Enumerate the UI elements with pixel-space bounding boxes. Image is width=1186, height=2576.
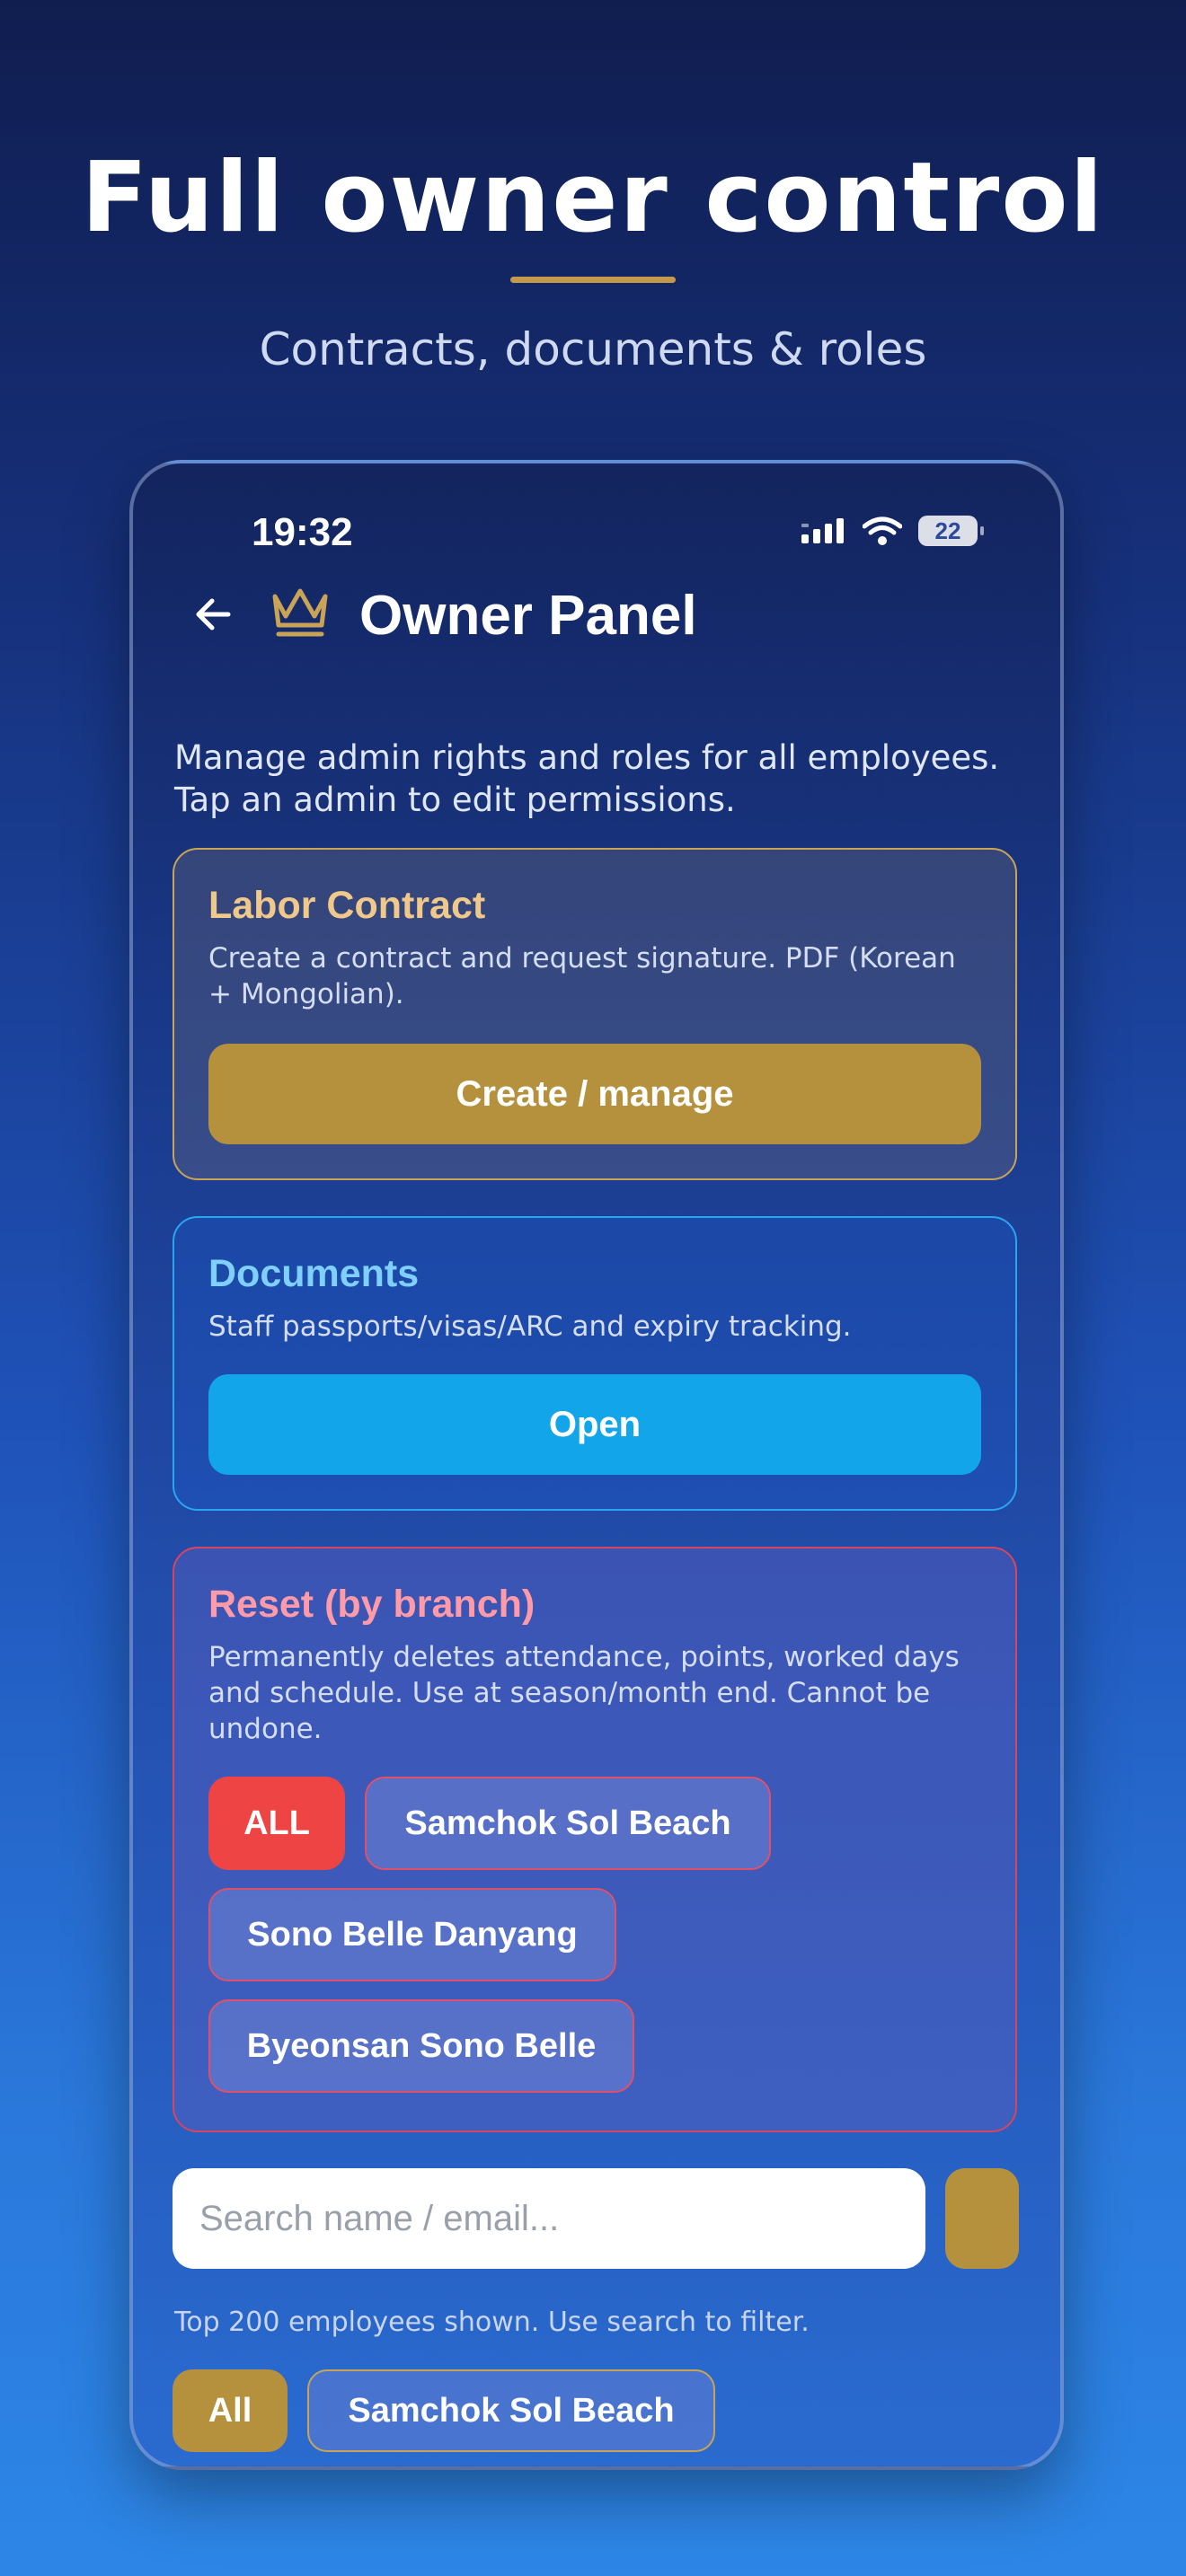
documents-card: Documents Staff passports/visas/ARC and … xyxy=(173,1216,1017,1511)
reset-chip-byeonsan[interactable]: Byeonsan Sono Belle xyxy=(208,1999,634,2093)
card-description: Create a contract and request signature.… xyxy=(208,942,956,1010)
reset-chip-all[interactable]: ALL xyxy=(208,1777,345,1870)
search-button[interactable] xyxy=(945,2168,1019,2269)
page-title: Owner Panel xyxy=(359,585,697,647)
crown-icon xyxy=(272,588,328,637)
hero-divider xyxy=(510,277,676,283)
card-description: Permanently deletes attendance, points, … xyxy=(208,1641,960,1745)
card-title: Reset (by branch) xyxy=(208,1583,535,1626)
card-title: Documents xyxy=(208,1252,420,1295)
status-icons: 22 xyxy=(800,516,984,546)
intro-text: Manage admin rights and roles for all em… xyxy=(174,738,1000,819)
phone-frame: 19:32 22 Owner Panel Manage admin rights… xyxy=(129,460,1064,2470)
filter-chip-samchok[interactable]: Samchok Sol Beach xyxy=(307,2369,715,2452)
reset-card: Reset (by branch) Permanently deletes at… xyxy=(173,1547,1017,2132)
arrow-left-icon[interactable] xyxy=(189,589,239,640)
wifi-icon xyxy=(863,516,902,545)
battery-icon: 22 xyxy=(918,516,984,546)
labor-contract-card: Labor Contract Create a contract and req… xyxy=(173,848,1017,1180)
hero-subtitle: Contracts, documents & roles xyxy=(259,323,927,375)
hero-title: Full owner control xyxy=(81,142,1105,254)
card-title: Labor Contract xyxy=(208,884,486,927)
card-description: Staff passports/visas/ARC and expiry tra… xyxy=(208,1310,852,1343)
reset-chip-samchok[interactable]: Samchok Sol Beach xyxy=(365,1777,771,1870)
hint-text: Top 200 employees shown. Use search to f… xyxy=(174,2307,810,2338)
filter-chip-all[interactable]: All xyxy=(173,2369,288,2452)
signal-icon xyxy=(801,518,844,543)
status-time: 19:32 xyxy=(252,510,353,554)
search-input[interactable] xyxy=(173,2168,925,2269)
open-documents-button[interactable]: Open xyxy=(208,1374,981,1475)
reset-chip-danyang[interactable]: Sono Belle Danyang xyxy=(208,1888,616,1981)
create-manage-button[interactable]: Create / manage xyxy=(208,1044,981,1144)
